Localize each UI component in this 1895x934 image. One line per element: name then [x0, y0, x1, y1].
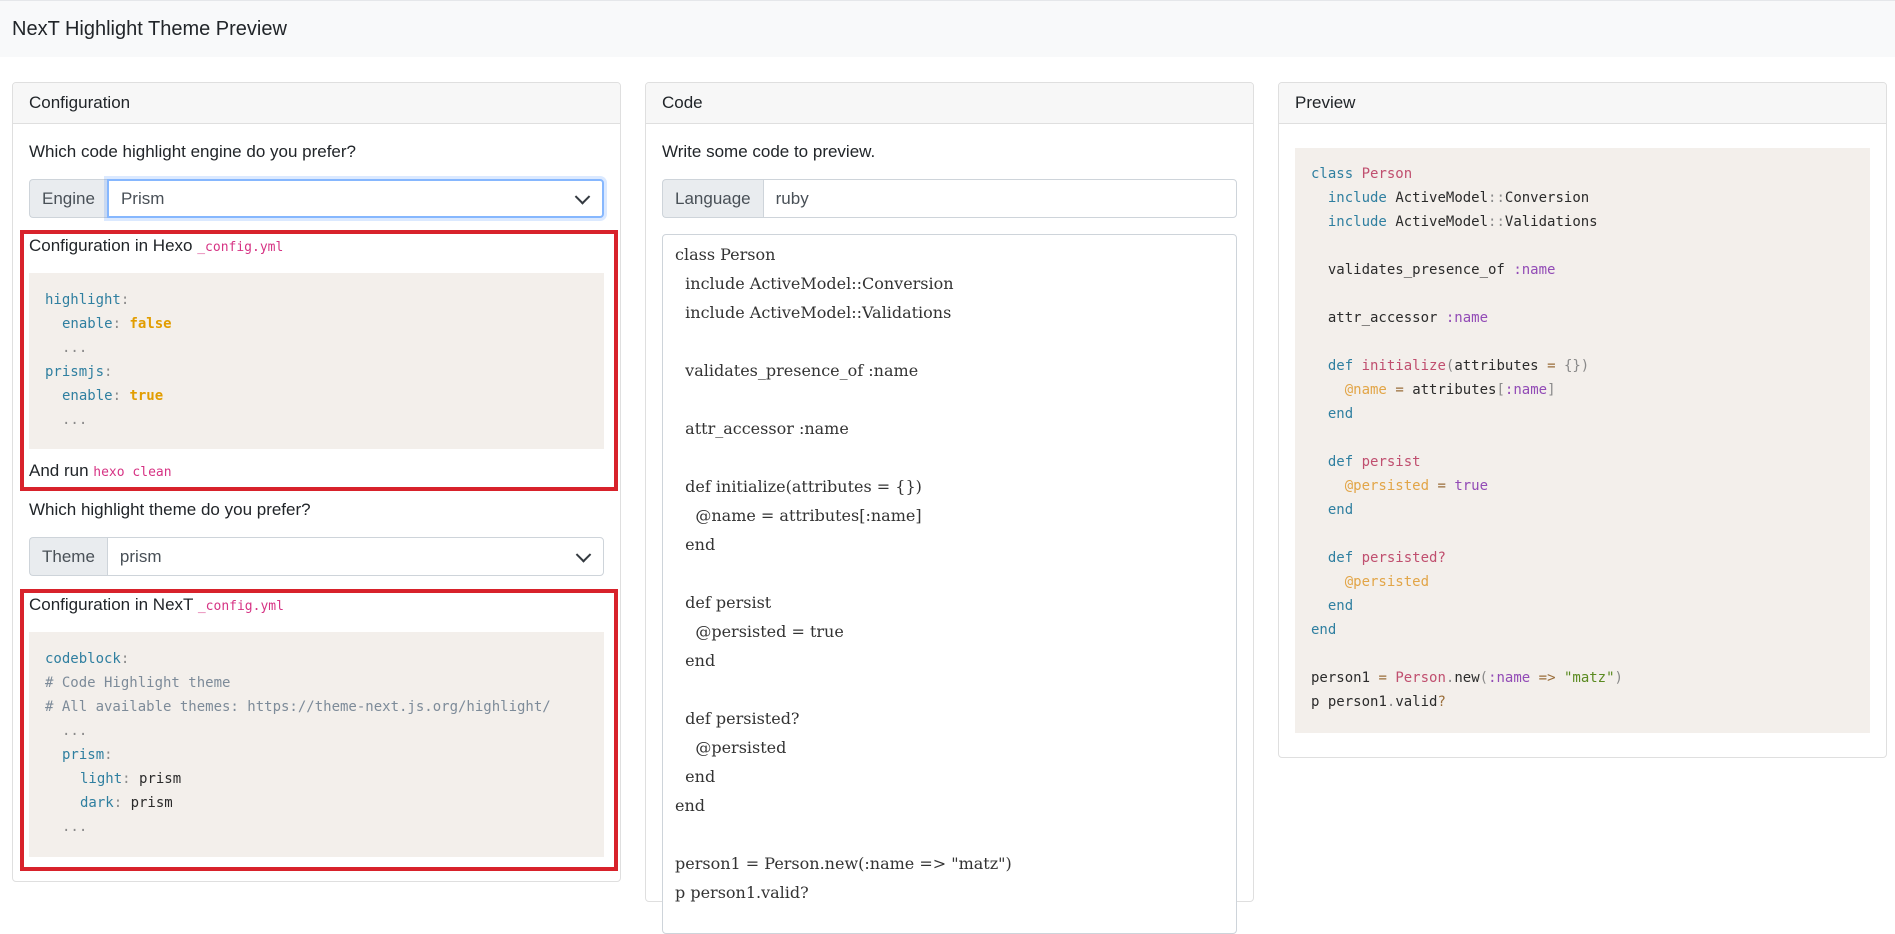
code-line: end: [675, 796, 706, 815]
hexo-config-title: Configuration in Hexo _config.yml: [29, 236, 284, 255]
theme-select-group: Theme prism: [29, 537, 604, 576]
language-label: Language: [662, 179, 763, 218]
engine-select[interactable]: Prism: [106, 179, 604, 218]
engine-select-value: Prism: [120, 188, 165, 208]
run-instruction: And run hexo clean: [29, 461, 172, 480]
language-input-value: ruby: [775, 188, 809, 208]
code-line: def persist: [675, 593, 772, 612]
code-line: end: [675, 767, 716, 786]
code-line: class Person: [675, 245, 776, 264]
chevron-down-icon: [574, 188, 591, 205]
code-line: person1 = Person.new(:name => "matz"): [675, 854, 1012, 873]
code-line: include ActiveModel::Validations: [675, 303, 952, 322]
navbar: NexT Highlight Theme Preview: [0, 0, 1895, 57]
code-card-header: Code: [646, 83, 1253, 124]
chevron-down-icon: [575, 546, 592, 563]
code-line: end: [675, 651, 716, 670]
preview-code-block: class Person include ActiveModel::Conver…: [1295, 148, 1870, 733]
next-config-title: Configuration in NexT _config.yml: [29, 595, 284, 614]
app-title: NexT Highlight Theme Preview: [12, 18, 287, 40]
code-line: end: [675, 535, 716, 554]
hexo-config-filename: _config.yml: [197, 240, 284, 255]
hexo-config-snippet: highlight: enable: false ... prismjs: en…: [29, 273, 604, 449]
language-input-group: Language ruby: [662, 179, 1237, 218]
language-input[interactable]: ruby: [762, 179, 1237, 218]
theme-question: Which highlight theme do you prefer?: [29, 500, 311, 519]
code-line: validates_presence_of :name: [675, 361, 919, 380]
code-prompt: Write some code to preview.: [662, 142, 876, 161]
run-command: hexo clean: [93, 465, 172, 480]
code-line: include ActiveModel::Conversion: [675, 274, 954, 293]
theme-select[interactable]: prism: [106, 537, 604, 576]
next-config-snippet: codeblock: # Code Highlight theme # All …: [29, 632, 604, 857]
preview-card-header: Preview: [1279, 83, 1886, 124]
engine-label: Engine: [29, 179, 107, 218]
code-line: @persisted: [675, 738, 787, 757]
code-line: @name = attributes[:name]: [675, 506, 922, 525]
theme-label: Theme: [29, 537, 107, 576]
configuration-card-header: Configuration: [13, 83, 620, 124]
next-config-filename: _config.yml: [197, 599, 284, 614]
code-line: def persisted?: [675, 709, 800, 728]
engine-question: Which code highlight engine do you prefe…: [29, 142, 356, 161]
theme-select-value: prism: [119, 546, 162, 566]
code-line: p person1.valid?: [675, 883, 809, 902]
code-line: def initialize(attributes = {}): [675, 477, 922, 496]
code-textarea[interactable]: class Person include ActiveModel::Conver…: [662, 234, 1237, 934]
code-line: @persisted = true: [675, 622, 844, 641]
code-line: attr_accessor :name: [675, 419, 849, 438]
engine-select-group: Engine Prism: [29, 179, 604, 218]
